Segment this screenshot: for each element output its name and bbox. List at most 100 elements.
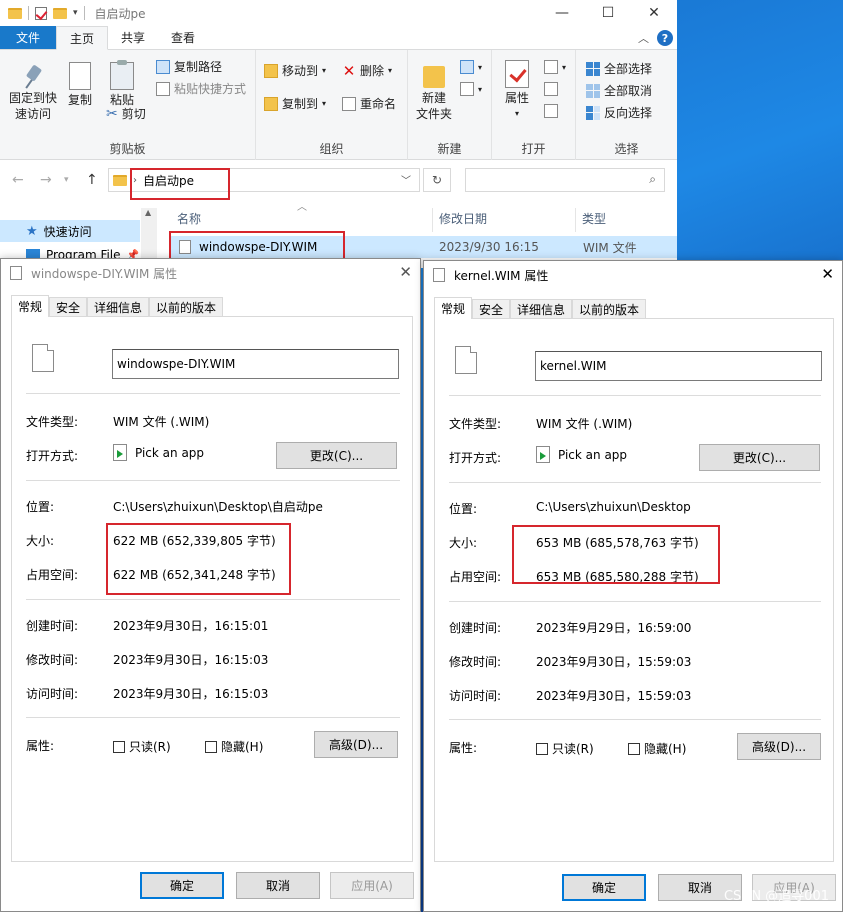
cancel-button[interactable]: 取消	[236, 872, 320, 899]
copy-button[interactable]: 复制	[64, 62, 96, 108]
back-arrow-icon[interactable]: ←	[12, 172, 24, 188]
file-type-value: WIM 文件 (.WIM)	[113, 415, 210, 429]
new-folder-button[interactable]: 新建 文件夹	[414, 62, 454, 122]
pin-to-quick-access-button[interactable]: 固定到快 速访问	[6, 64, 60, 122]
history-button[interactable]	[544, 104, 558, 118]
select-none-button[interactable]: 全部取消	[586, 82, 652, 99]
properties-dialog-kernel: kernel.WIM 属性 ✕ 常规 安全 详细信息 以前的版本 文件类型: W…	[423, 260, 843, 912]
dialog-general-panel: 文件类型: WIM 文件 (.WIM) 打开方式: Pick an app 更改…	[11, 316, 413, 862]
app-icon	[113, 444, 127, 461]
edit-button[interactable]	[544, 82, 558, 96]
chevron-down-icon: ▾	[514, 109, 519, 118]
scroll-up-icon[interactable]: ▲	[145, 208, 151, 217]
highlight-box-size	[512, 525, 720, 584]
change-button[interactable]: 更改(C)...	[699, 444, 820, 471]
open-button[interactable]: ▾	[544, 60, 566, 74]
select-all-button[interactable]: 全部选择	[586, 60, 652, 77]
refresh-button[interactable]: ↻	[423, 168, 451, 192]
tab-share[interactable]: 共享	[108, 26, 158, 49]
ribbon-group-label: 新建	[437, 142, 462, 156]
scissors-icon: ✂	[106, 105, 118, 122]
highlight-box-address	[130, 168, 230, 200]
tab-view[interactable]: 查看	[158, 26, 208, 49]
nav-item-quick-access[interactable]: ★ 快速访问	[0, 220, 140, 242]
up-arrow-icon[interactable]: ↑	[86, 172, 98, 188]
close-icon[interactable]: ✕	[399, 263, 412, 281]
move-to-button[interactable]: 移动到 ▾	[264, 62, 326, 79]
ok-button[interactable]: 确定	[140, 872, 224, 899]
copy-icon	[69, 62, 91, 90]
quick-access-dropdown-icon[interactable]: ▾	[73, 8, 78, 18]
advanced-button[interactable]: 高级(D)...	[314, 731, 398, 758]
invert-selection-button[interactable]: 反向选择	[586, 104, 652, 121]
copy-to-icon	[264, 96, 278, 111]
recent-dropdown-icon[interactable]: ▾	[64, 175, 69, 185]
chevron-up-icon[interactable]: ︿	[638, 30, 649, 46]
properties-quick-icon[interactable]	[35, 6, 47, 20]
close-icon[interactable]: ✕	[821, 265, 834, 283]
tab-previous-versions[interactable]: 以前的版本	[149, 297, 224, 317]
tab-details[interactable]: 详细信息	[87, 297, 150, 317]
change-button[interactable]: 更改(C)...	[276, 442, 397, 469]
move-to-icon	[264, 63, 278, 78]
column-header-type[interactable]: 类型	[582, 208, 606, 228]
open-with-value: Pick an app	[135, 445, 205, 460]
filename-input[interactable]	[535, 351, 822, 381]
search-input[interactable]: ⌕	[465, 168, 665, 192]
new-folder-quick-icon[interactable]	[53, 7, 67, 19]
ribbon-tabs: 文件 主页 共享 查看 ︿ ?	[0, 26, 677, 50]
chevron-down-icon: ▾	[322, 66, 327, 75]
readonly-checkbox[interactable]: 只读(R)	[113, 738, 171, 755]
chevron-down-icon: ▾	[478, 84, 483, 94]
easy-access-icon	[460, 82, 474, 96]
dialog-general-panel: 文件类型: WIM 文件 (.WIM) 打开方式: Pick an app 更改…	[434, 318, 834, 862]
ok-button[interactable]: 确定	[562, 874, 646, 901]
tab-security[interactable]: 安全	[472, 299, 511, 319]
help-icon[interactable]: ?	[657, 30, 673, 46]
star-icon: ★	[26, 223, 38, 239]
column-header-name[interactable]: 名称	[177, 208, 201, 228]
readonly-checkbox[interactable]: 只读(R)	[536, 740, 594, 757]
tab-previous-versions[interactable]: 以前的版本	[572, 299, 647, 319]
hidden-checkbox[interactable]: 隐藏(H)	[205, 738, 263, 755]
accessed-value: 2023年9月30日，16:15:03	[113, 687, 269, 701]
tab-details[interactable]: 详细信息	[510, 299, 573, 319]
new-item-button[interactable]: ▾	[460, 60, 482, 74]
hidden-checkbox[interactable]: 隐藏(H)	[628, 740, 686, 757]
forward-arrow-icon[interactable]: →	[40, 172, 52, 188]
maximize-button[interactable]: ☐	[585, 0, 631, 26]
cut-button[interactable]: ✂ 剪切	[106, 105, 146, 122]
close-button[interactable]: ✕	[631, 0, 677, 26]
file-explorer-window: ▾ 自启动pe — ☐ ✕ 文件 主页 共享 查看 ︿ ? 固定到快 速访问 复…	[0, 0, 677, 268]
tab-general[interactable]: 常规	[434, 297, 473, 319]
minimize-button[interactable]: —	[539, 0, 585, 26]
location-value: C:\Users\zhuixun\Desktop	[536, 500, 691, 514]
tab-file[interactable]: 文件	[0, 26, 57, 49]
size-label: 大小:	[449, 536, 478, 550]
column-header-modified[interactable]: 修改日期	[439, 208, 487, 228]
tab-home[interactable]: 主页	[56, 26, 109, 50]
copy-to-button[interactable]: 复制到 ▾	[264, 95, 326, 112]
paste-shortcut-icon	[156, 81, 170, 96]
highlight-box-size	[106, 523, 291, 595]
explorer-titlebar: ▾ 自启动pe — ☐ ✕	[0, 0, 677, 26]
copy-path-button[interactable]: 复制路径	[156, 58, 222, 75]
accessed-value: 2023年9月30日，15:59:03	[536, 689, 692, 703]
apply-button[interactable]: 应用(A)	[330, 872, 414, 899]
attributes-label: 属性:	[449, 741, 478, 755]
properties-button[interactable]: 属性 ▾	[500, 60, 534, 122]
size-on-disk-label: 占用空间:	[26, 568, 79, 582]
file-type-label: 文件类型:	[449, 417, 502, 431]
paste-button[interactable]: 粘贴	[106, 60, 138, 108]
easy-access-button[interactable]: ▾	[460, 82, 482, 96]
tab-general[interactable]: 常规	[11, 295, 50, 317]
created-value: 2023年9月30日，16:15:01	[113, 619, 269, 633]
tab-security[interactable]: 安全	[49, 297, 88, 317]
rename-button[interactable]: 重命名	[342, 95, 396, 112]
paste-shortcut-button[interactable]: 粘贴快捷方式	[156, 80, 246, 97]
open-with-value: Pick an app	[558, 447, 628, 462]
delete-button[interactable]: ✕ 删除 ▾	[342, 62, 392, 79]
address-dropdown-icon[interactable]: ﹀	[401, 172, 411, 187]
filename-input[interactable]	[112, 349, 399, 379]
advanced-button[interactable]: 高级(D)...	[737, 733, 821, 760]
